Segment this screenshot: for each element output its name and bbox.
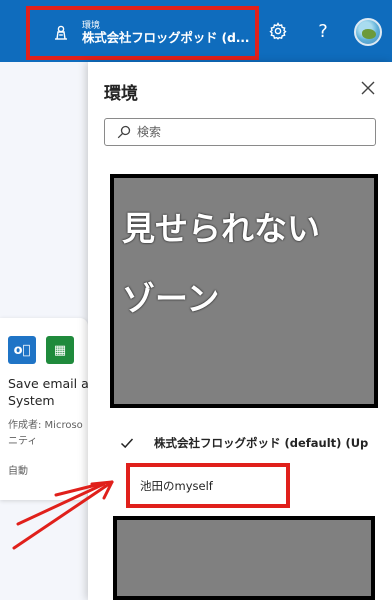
card-title-line: System xyxy=(8,392,55,408)
card-title: Save email at System xyxy=(8,376,88,409)
environment-item-myself[interactable]: 池田のmyself xyxy=(126,463,290,508)
environment-item-label: 池田のmyself xyxy=(140,478,213,493)
current-environment-name: 株式会社フロッグポッド (d... xyxy=(82,29,250,45)
spreadsheet-icon: ▦ xyxy=(46,336,74,364)
outlook-icon: o⃞ xyxy=(8,336,36,364)
flow-template-card[interactable]: o⃞ ▦ Save email at System 作成者: Microso ニ… xyxy=(0,318,88,500)
environment-picker-button[interactable]: 環境 株式会社フロッグポッド (d... xyxy=(26,6,259,60)
search-input[interactable] xyxy=(137,125,357,139)
settings-gear-icon[interactable] xyxy=(267,20,289,42)
environment-search-box[interactable] xyxy=(104,118,376,146)
censor-label-line: 見せられない xyxy=(122,209,320,248)
card-author-line: ニティ xyxy=(8,435,38,447)
help-icon[interactable]: ? xyxy=(312,20,334,42)
censored-area: 見せられない ゾーン xyxy=(110,174,378,408)
censored-area xyxy=(113,516,375,600)
censor-label-line: ゾーン xyxy=(122,279,220,318)
panel-title: 環境 xyxy=(104,84,138,104)
search-icon xyxy=(117,125,131,139)
environment-item-default[interactable]: 株式会社フロッグポッド (default) (Up xyxy=(88,426,392,460)
card-title-line: Save email at xyxy=(8,376,88,391)
top-bar: 環境 株式会社フロッグポッド (d... ? xyxy=(0,0,392,62)
card-trigger-type: 自動 xyxy=(8,466,28,477)
checkmark-icon xyxy=(120,438,134,449)
user-avatar[interactable] xyxy=(354,18,382,46)
card-author-line: 作成者: Microso xyxy=(8,420,83,431)
environment-item-label: 株式会社フロッグポッド (default) (Up xyxy=(154,436,369,450)
card-author: 作成者: Microso ニティ xyxy=(8,418,83,449)
close-icon[interactable] xyxy=(358,78,378,98)
environment-icon xyxy=(55,25,67,40)
environments-panel: 環境 見せられない ゾーン 株式会社フロッグポッド (default) (Up … xyxy=(88,62,392,600)
